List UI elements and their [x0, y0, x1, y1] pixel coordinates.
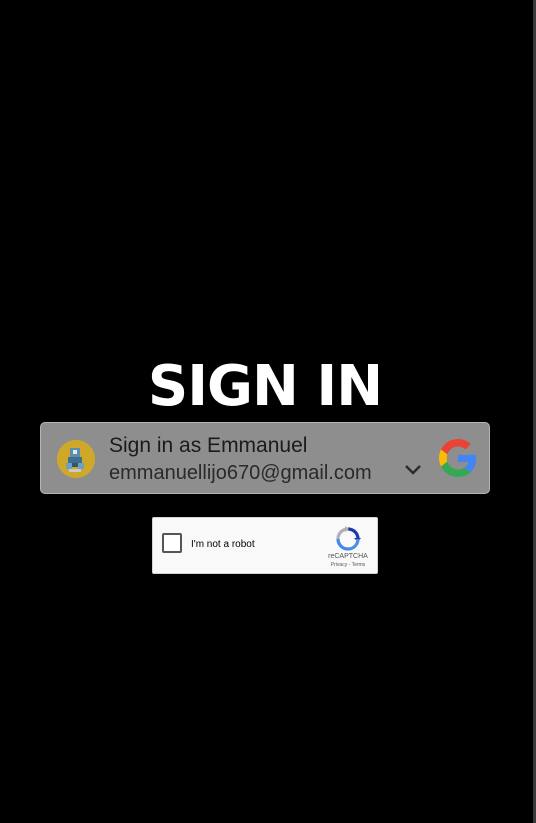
privacy-link[interactable]: Privacy: [331, 562, 347, 568]
terms-link[interactable]: Terms: [352, 562, 366, 568]
user-avatar: [57, 440, 95, 478]
recaptcha-widget: I'm not a robot reCAPTCHA Privacy - Term…: [152, 517, 378, 574]
recaptcha-brand: reCAPTCHA: [328, 553, 368, 560]
google-logo-icon: [439, 439, 477, 477]
signin-email: emmanuellijo670@gmail.com: [109, 462, 372, 484]
page-title: SIGN IN: [147, 354, 383, 419]
google-signin-button[interactable]: Sign in as Emmanuel emmanuellijo670@gmai…: [40, 422, 490, 494]
chevron-down-icon[interactable]: [403, 463, 423, 477]
recaptcha-logo-icon: [336, 526, 361, 551]
recaptcha-label: I'm not a robot: [191, 539, 255, 550]
recaptcha-checkbox[interactable]: [162, 533, 182, 553]
signin-as-name: Sign in as Emmanuel: [109, 434, 308, 457]
recaptcha-links: Privacy - Terms: [323, 562, 373, 568]
